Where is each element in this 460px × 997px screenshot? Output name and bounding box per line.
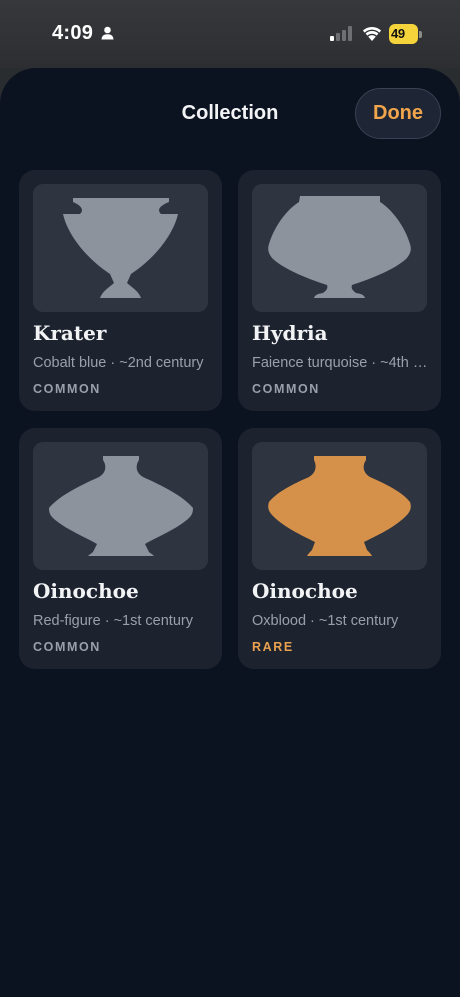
oinochoe-vessel-icon (268, 456, 411, 556)
battery-level: 49 (391, 26, 405, 41)
battery-icon: 49 (389, 24, 423, 44)
collection-sheet: Collection Done Krater Cobalt blue · ~2n… (0, 68, 460, 997)
person-icon (101, 26, 114, 45)
collection-card-krater[interactable]: Krater Cobalt blue · ~2nd century COMMON (19, 170, 222, 411)
krater-vessel-icon (63, 198, 178, 298)
vessel-shape (63, 198, 178, 298)
status-time: 4:09 (52, 22, 94, 44)
done-button[interactable]: Done (355, 88, 441, 139)
collection-card-oinochoe-rare[interactable]: Oinochoe Oxblood · ~1st century RARE (238, 428, 441, 669)
vessel-shape (49, 456, 193, 556)
vessel-shape (268, 456, 411, 556)
oinochoe-vessel-icon (49, 456, 193, 556)
card-thumbnail (33, 184, 208, 312)
card-thumbnail (252, 184, 427, 312)
collection-card-hydria[interactable]: Hydria Faience turquoise · ~4th century … (238, 170, 441, 411)
card-thumbnail (33, 442, 208, 570)
vessel-shape (268, 196, 411, 298)
card-title: Oinochoe (33, 579, 139, 603)
card-description: Red-figure · ~1st century (33, 613, 193, 629)
card-description: Faience turquoise · ~4th century (252, 355, 430, 371)
card-title: Oinochoe (252, 579, 358, 603)
hydria-vessel-icon (268, 196, 411, 298)
card-description: Cobalt blue · ~2nd century (33, 355, 204, 371)
status-bar: 4:09 49 (0, 0, 460, 68)
card-thumbnail (252, 442, 427, 570)
rarity-badge: COMMON (33, 640, 101, 654)
cellular-signal-icon (330, 26, 352, 46)
rarity-badge: COMMON (33, 382, 101, 396)
rarity-badge: COMMON (252, 382, 320, 396)
card-title: Hydria (252, 321, 328, 345)
wifi-icon (361, 24, 383, 46)
card-title: Krater (33, 321, 107, 345)
collection-card-oinochoe[interactable]: Oinochoe Red-figure · ~1st century COMMO… (19, 428, 222, 669)
rarity-badge: RARE (252, 640, 294, 654)
card-description: Oxblood · ~1st century (252, 613, 399, 629)
